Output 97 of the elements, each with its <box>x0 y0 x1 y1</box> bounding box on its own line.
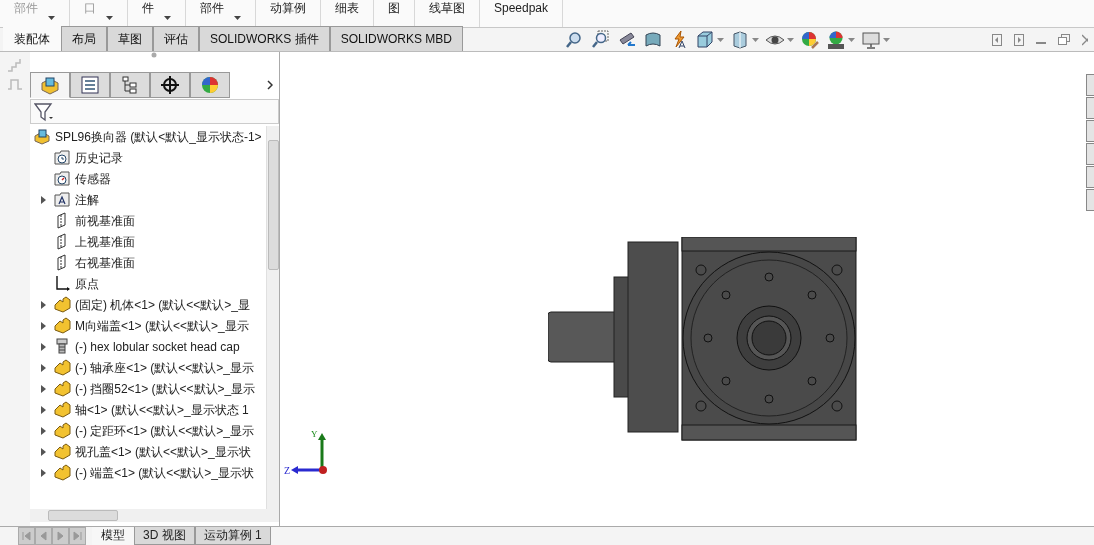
command-tab[interactable]: SOLIDWORKS 插件 <box>199 26 330 51</box>
horizontal-scrollbar[interactable] <box>29 509 279 522</box>
tree-item[interactable]: 前视基准面 <box>74 211 135 230</box>
expand-arrow-icon[interactable] <box>40 300 46 309</box>
monitor-icon[interactable] <box>861 29 881 50</box>
tree-item[interactable]: SPL96换向器 (默认<默认_显示状态-1> <box>54 127 262 146</box>
tree-item[interactable]: 上视基准面 <box>74 232 135 251</box>
tree-item[interactable]: 传感器 <box>74 169 111 188</box>
tree-item[interactable]: (固定) 机体<1> (默认<<默认>_显 <box>74 295 250 314</box>
command-tab[interactable]: 装配体 <box>3 26 61 51</box>
tree-item[interactable]: (-) 端盖<1> (默认<<默认>_显示状 <box>74 463 254 482</box>
part-icon <box>53 422 71 439</box>
panel-tab[interactable] <box>149 72 190 98</box>
part-icon <box>53 464 71 481</box>
command-tab[interactable]: SOLIDWORKS MBD <box>329 26 464 51</box>
filter-icon[interactable] <box>33 101 54 122</box>
expand-arrow-icon[interactable] <box>40 384 46 393</box>
ribbon-command-label[interactable]: 线草图 <box>429 1 465 15</box>
command-tab[interactable]: 评估 <box>153 26 199 51</box>
command-tab[interactable]: 草图 <box>107 26 153 51</box>
restore-icon[interactable] <box>1058 33 1070 46</box>
folder-icon <box>53 191 71 208</box>
expand-arrow-icon[interactable] <box>40 405 46 414</box>
list-sheet-icon <box>79 75 100 95</box>
task-pane-tab[interactable] <box>1086 120 1094 142</box>
task-pane-tab[interactable] <box>1086 166 1094 188</box>
color-ball-icon[interactable] <box>800 29 820 50</box>
part-icon <box>53 401 71 418</box>
cylinder-section-icon[interactable] <box>643 29 663 50</box>
part-icon <box>53 380 71 397</box>
tree-item[interactable]: 历史记录 <box>74 148 123 167</box>
z-axis-arrow <box>291 466 322 474</box>
color-ball-icon[interactable] <box>826 29 846 50</box>
origin-dot <box>319 466 327 474</box>
tree-item[interactable]: (-) 挡圈52<1> (默认<<默认>_显示 <box>74 379 256 398</box>
pulse-icon <box>6 78 23 90</box>
part-icon <box>53 443 71 460</box>
expand-arrow-icon[interactable] <box>40 321 46 330</box>
cube-icon[interactable] <box>695 29 715 50</box>
expand-arrow-icon[interactable] <box>40 468 46 477</box>
task-pane-tab[interactable] <box>1086 143 1094 165</box>
tree-item[interactable]: (-) hex lobular socket head cap <box>74 337 240 356</box>
axis-label: Y <box>311 429 318 439</box>
clock-folder-icon <box>53 149 71 166</box>
splitter-handle-icon[interactable] <box>151 52 158 58</box>
triangle-icon <box>55 530 66 542</box>
tree-item[interactable]: 视孔盖<1> (默认<<默认>_显示状 <box>74 442 251 461</box>
color-ball-icon <box>199 75 220 95</box>
triangle-icon <box>72 530 83 542</box>
vertical-scrollbar[interactable] <box>266 126 279 509</box>
axes-icon <box>53 275 71 292</box>
panel-right-icon[interactable] <box>1014 33 1024 46</box>
chevron-right-icon[interactable] <box>267 80 273 90</box>
ribbon-command-label[interactable]: 图 <box>388 1 400 15</box>
ribbon-command-label[interactable]: 细表 <box>335 1 359 15</box>
part-icon <box>53 317 71 334</box>
tree-item[interactable]: 注解 <box>74 190 99 209</box>
gauge-folder-icon <box>53 170 71 187</box>
task-pane-tab[interactable] <box>1086 74 1094 96</box>
y-axis-arrow <box>318 433 326 468</box>
view-tab[interactable]: 3D 视图 <box>134 527 195 545</box>
expand-arrow-icon[interactable] <box>40 342 46 351</box>
magnifier-icon[interactable] <box>591 29 611 50</box>
command-tab[interactable]: 布局 <box>61 26 107 51</box>
expand-arrow-icon[interactable] <box>40 447 46 456</box>
ribbon-command-label[interactable]: Speedpak <box>494 1 549 15</box>
step-icon <box>6 58 23 72</box>
crosshair-icon <box>159 75 180 95</box>
tree-item[interactable]: 右视基准面 <box>74 253 135 272</box>
part-icon <box>53 296 71 313</box>
part-icon <box>53 359 71 376</box>
tree-item[interactable]: (-) 轴承座<1> (默认<<默认>_显示 <box>74 358 254 377</box>
scrollbar-thumb[interactable] <box>267 140 279 270</box>
tree-item[interactable]: 原点 <box>74 274 99 293</box>
box-icon[interactable] <box>730 29 750 50</box>
view-tab[interactable]: 运动算例 1 <box>194 527 271 545</box>
tree-structure-icon <box>119 75 140 95</box>
ribbon-command-label[interactable]: 件 <box>142 1 154 15</box>
tree-item[interactable]: M向端盖<1> (默认<<默认>_显示 <box>74 316 249 335</box>
expand-arrow-icon[interactable] <box>40 426 46 435</box>
triangle-icon <box>38 530 49 542</box>
assembly-icon <box>39 75 60 95</box>
ribbon-command-label[interactable]: 动算例 <box>270 1 306 15</box>
scrollbar-thumb[interactable] <box>47 510 118 521</box>
axis-label: Z <box>284 465 291 476</box>
close-icon[interactable] <box>1082 33 1088 46</box>
triangle-icon <box>21 530 32 542</box>
ribbon-command-label[interactable]: 部件 <box>200 1 224 15</box>
panel-left-icon[interactable] <box>992 33 1002 46</box>
task-pane-tab[interactable] <box>1086 97 1094 119</box>
expand-arrow-icon[interactable] <box>40 195 46 204</box>
task-pane-tab[interactable] <box>1086 189 1094 211</box>
tree-item[interactable]: (-) 定距环<1> (默认<<默认>_显示 <box>74 421 254 440</box>
bolt-icon <box>53 338 71 355</box>
expand-arrow-icon[interactable] <box>40 363 46 372</box>
tree-item[interactable]: 轴<1> (默认<<默认>_显示状态 1 <box>74 400 249 419</box>
assembly-icon <box>33 128 51 145</box>
